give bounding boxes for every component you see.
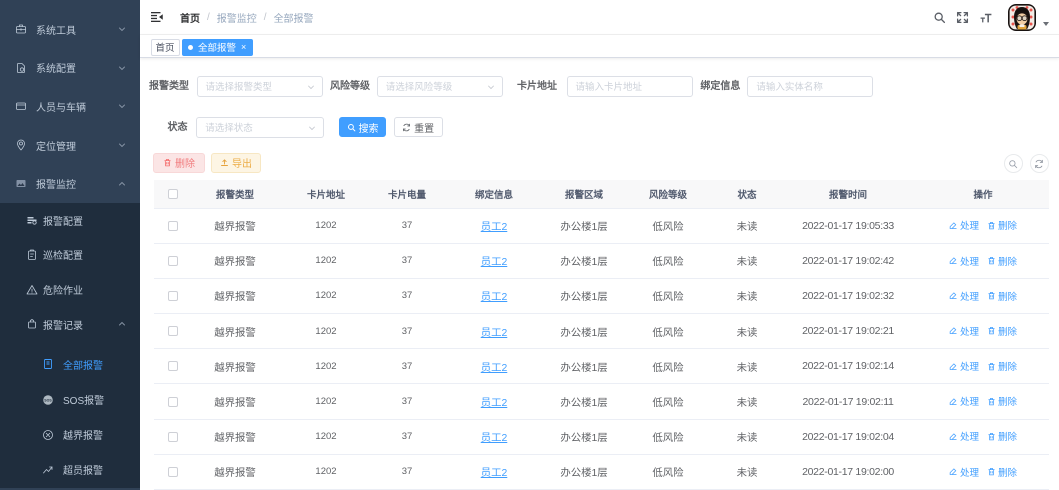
svg-text:SOS: SOS — [44, 398, 52, 402]
